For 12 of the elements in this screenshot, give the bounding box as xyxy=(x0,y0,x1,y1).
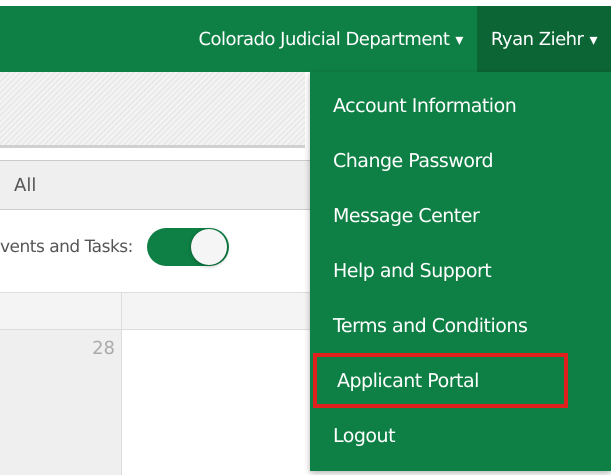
toggle-label: vents and Tasks: xyxy=(0,237,133,257)
menu-item[interactable]: Help and Support xyxy=(310,243,611,298)
menu-item[interactable]: Account Information xyxy=(310,78,611,133)
toggle-switch[interactable] xyxy=(146,228,229,266)
caret-icon: ▾ xyxy=(455,30,463,48)
user-menu-button[interactable]: Ryan Ziehr ▾ xyxy=(476,6,611,72)
caret-icon: ▾ xyxy=(589,30,597,48)
menu-item[interactable]: Logout xyxy=(310,408,611,463)
organization-menu-button[interactable]: Colorado Judicial Department ▾ xyxy=(184,6,477,72)
day-number: 28 xyxy=(92,338,115,359)
menu-item[interactable]: Applicant Portal xyxy=(313,353,568,408)
menu-item[interactable]: Terms and Conditions xyxy=(310,298,611,353)
